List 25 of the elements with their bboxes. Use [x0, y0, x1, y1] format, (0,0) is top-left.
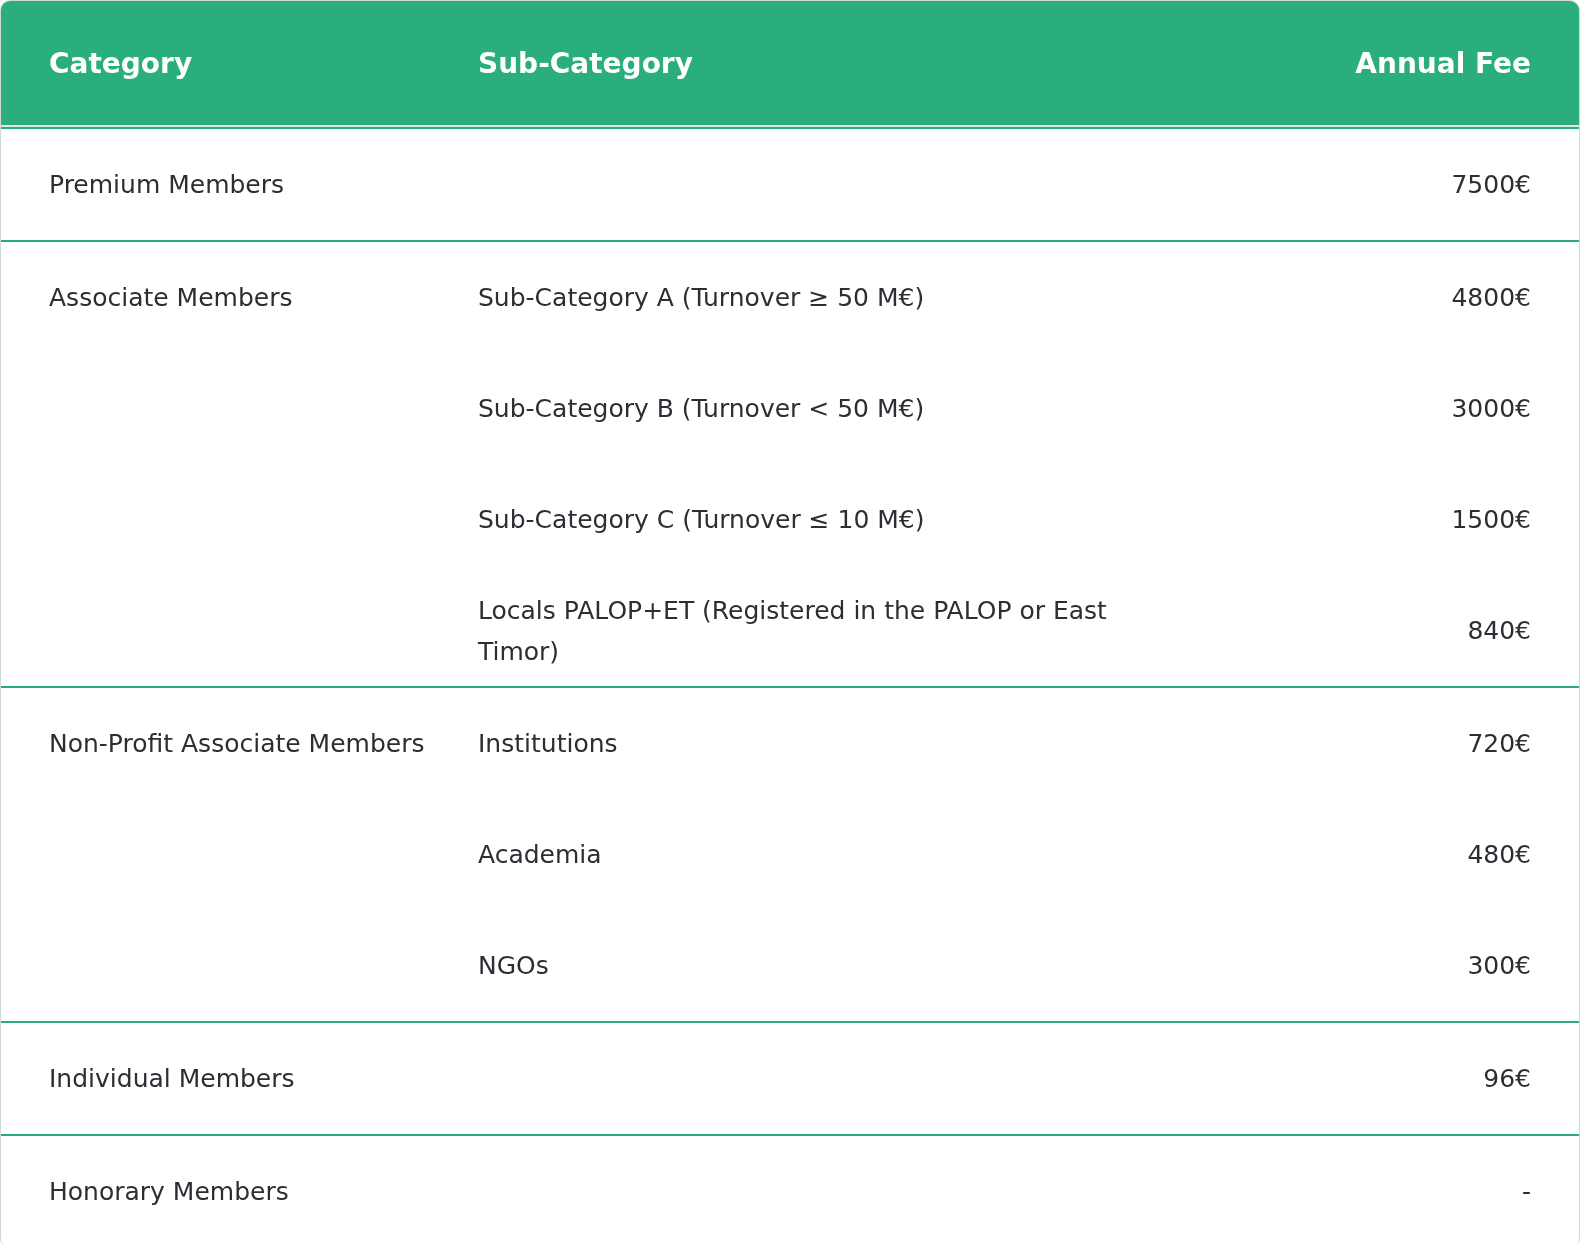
- table-cell: -: [1521, 1177, 1531, 1206]
- table-cell-text: Locals PALOP+ET (Registered in the PALOP or East Timor): [478, 594, 1108, 668]
- table-cell-text: NGOs: [478, 950, 550, 982]
- column-header: Annual Fee: [1354, 45, 1532, 82]
- table-cell: 840€: [1467, 616, 1531, 645]
- table-cell: Premium Members: [49, 170, 285, 199]
- table-cell: 720€: [1467, 729, 1531, 758]
- table-cell: Associate Members: [49, 283, 293, 312]
- table-cell-text: Sub-Category C (Turnover ≤ 10 M€): [478, 504, 926, 536]
- table-cell: Honorary Members: [49, 1177, 289, 1206]
- column-header: Category: [48, 45, 194, 82]
- table-cell-text: Institutions: [478, 728, 619, 760]
- table-cell: 300€: [1467, 951, 1531, 980]
- column-header: Sub-Category: [478, 45, 694, 82]
- table-cell: 480€: [1467, 840, 1531, 869]
- table-cell: 4800€: [1451, 283, 1531, 312]
- table-cell: 3000€: [1451, 394, 1531, 423]
- table-cell-text: Academia: [478, 839, 603, 871]
- table-cell: Non-Profit Associate Members: [49, 729, 425, 758]
- table-cell-text: Sub-Category B (Turnover < 50 M€): [478, 393, 926, 425]
- table-cell: 96€: [1483, 1064, 1531, 1093]
- table-cell-text: Sub-Category A (Turnover ≥ 50 M€): [478, 282, 926, 314]
- table-cell: 7500€: [1451, 170, 1531, 199]
- table-cell: Individual Members: [49, 1064, 295, 1093]
- table-cell: 1500€: [1451, 505, 1531, 534]
